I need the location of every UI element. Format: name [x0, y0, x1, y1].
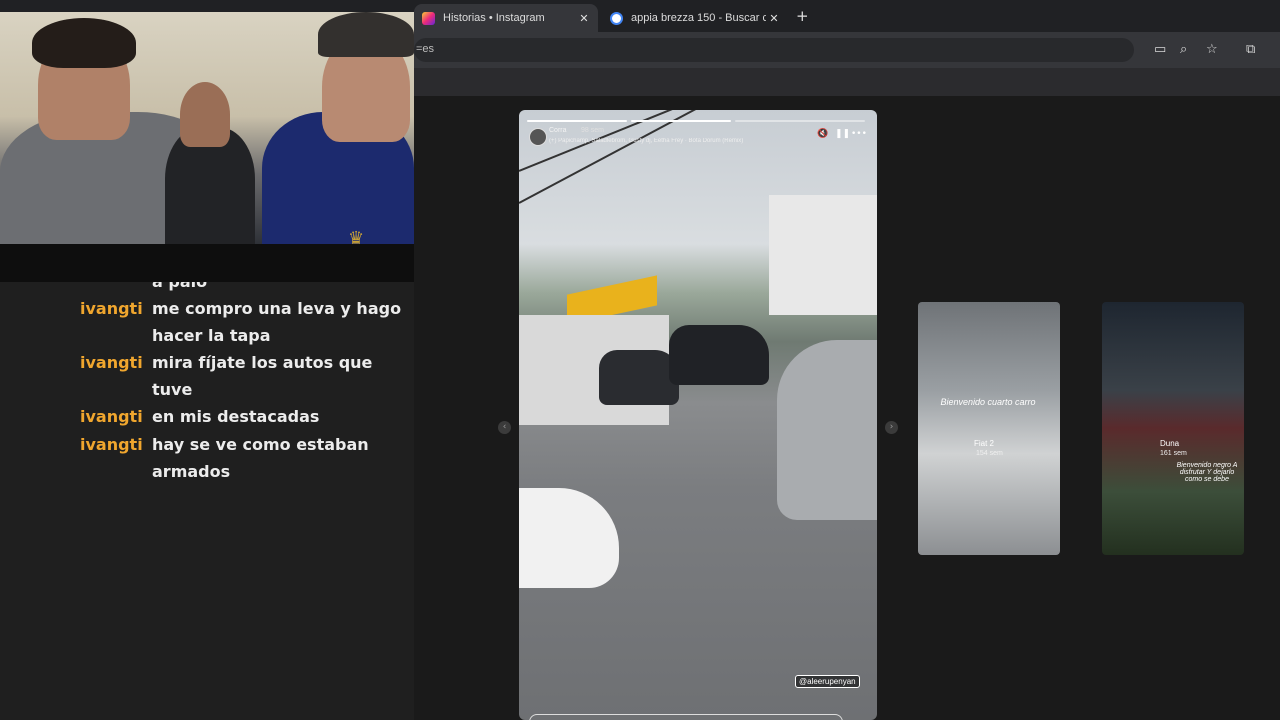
parked-car: [669, 325, 769, 385]
pause-icon[interactable]: ❚❚: [835, 129, 850, 139]
mention-sticker[interactable]: @aleerupenyan: [795, 675, 860, 688]
chat-message-text: en mis destacadas: [152, 407, 320, 426]
address-text: =es: [416, 43, 435, 55]
chat-message-text: hay se ve como estaban armados: [152, 435, 369, 481]
chat-username: ivangti: [80, 299, 143, 318]
star-icon[interactable]: ☆: [1206, 42, 1218, 57]
person-hair: [32, 18, 136, 68]
next-story-arrow[interactable]: ›: [885, 421, 898, 434]
instagram-icon: [422, 11, 435, 25]
chat-username: ivangti: [80, 407, 143, 426]
zoom-icon[interactable]: ⌕: [1180, 42, 1187, 57]
story-progress: [631, 120, 731, 122]
chat-message-text: mira fíjate los autos que tuve: [152, 353, 373, 399]
address-bar[interactable]: [414, 38, 1134, 62]
webcam-overlay: ♛: [0, 12, 414, 244]
person-head: [180, 82, 230, 147]
more-icon[interactable]: •••: [851, 129, 867, 139]
story-timestamp: 161 sem: [1160, 450, 1187, 457]
story-username[interactable]: Corra: [549, 127, 567, 134]
story-timestamp: 154 sem: [976, 450, 1003, 457]
google-icon: [610, 11, 623, 25]
cast-icon[interactable]: ▭: [1154, 42, 1166, 57]
tab-google-search[interactable]: appia brezza 150 - Buscar con G ✕: [602, 4, 788, 32]
close-tab-icon[interactable]: ✕: [766, 12, 782, 25]
chat-username: ivangti: [80, 353, 143, 372]
story-progress: [735, 120, 865, 122]
extensions-icon[interactable]: ⧉: [1246, 42, 1255, 57]
new-tab-button[interactable]: +: [796, 7, 809, 25]
story-progress: [527, 120, 627, 122]
story-song[interactable]: (+) Papichamp, Saladlebrom, Gusty dj, Ee…: [549, 138, 769, 144]
story-caption: Bienvenido negro A disfrutar Y dejarlo c…: [1176, 462, 1238, 483]
person-cap: [318, 12, 414, 57]
story-username: Fiat 2: [974, 439, 995, 448]
story-caption: Bienvenido cuarto carro: [940, 397, 1036, 407]
chat-message-text: me compro una leva y hago hacer la tapa: [152, 299, 402, 345]
crown-logo-icon: ♛: [348, 228, 365, 244]
story-main[interactable]: Corra 98 sem (+) Papichamp, Saladlebrom,…: [519, 110, 877, 720]
tab-title: Historias • Instagram: [443, 12, 545, 24]
tab-title: appia brezza 150 - Buscar con G: [631, 12, 766, 24]
parked-car: [599, 350, 679, 405]
building: [769, 195, 877, 315]
tab-instagram[interactable]: Historias • Instagram ✕: [414, 4, 598, 32]
webcam-bottom-strip: [0, 244, 414, 282]
chat-username: ivangti: [80, 435, 143, 454]
stream-chat: a palo ivangti me compro una leva y hago…: [0, 282, 414, 720]
side-story-fiat[interactable]: Bienvenido cuarto carro Fiat 2 154 sem: [918, 302, 1060, 555]
white-car: [519, 488, 619, 588]
close-tab-icon[interactable]: ✕: [576, 12, 592, 25]
story-username: Duna: [1160, 439, 1180, 448]
mute-icon[interactable]: 🔇: [817, 129, 828, 139]
avatar[interactable]: [529, 128, 547, 146]
story-timestamp: 98 sem: [581, 127, 604, 134]
reply-input[interactable]: [529, 714, 843, 720]
chat-message-text: a palo: [152, 282, 402, 295]
side-story-duna[interactable]: Duna 161 sem Bienvenido negro A disfruta…: [1102, 302, 1244, 555]
silver-car: [777, 340, 877, 520]
previous-story-arrow[interactable]: ‹: [498, 421, 511, 434]
power-line: [519, 110, 811, 204]
